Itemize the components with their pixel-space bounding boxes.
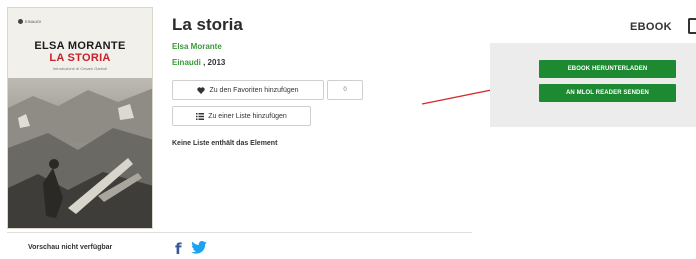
book-title: La storia (172, 15, 243, 34)
add-to-list-button[interactable]: Zu einer Liste hinzufügen (172, 106, 311, 126)
facebook-icon[interactable]: f (175, 240, 182, 258)
cover-photo (8, 78, 152, 228)
divider (7, 232, 472, 233)
add-to-list-label: Zu einer Liste hinzufügen (208, 112, 287, 120)
ebook-format-label: EBOOK (630, 21, 672, 33)
heart-icon (197, 86, 206, 94)
favorites-count: 0 (327, 80, 363, 100)
add-to-favorites-label: Zu den Favoriten hinzufügen (209, 86, 299, 94)
book-publisher: Einaudi , 2013 (172, 58, 225, 67)
download-ebook-button[interactable]: EBOOK HERUNTERLADEN (539, 60, 676, 78)
send-to-reader-button[interactable]: AN MLOL READER SENDEN (539, 84, 676, 102)
list-icon (196, 112, 205, 120)
cover-publisher-mark: EINAUDI (18, 19, 41, 24)
cover-intro: Introduzione di Cesare Garboli (52, 66, 108, 71)
no-list-message: Keine Liste enthält das Element (172, 140, 278, 147)
cover-title: LA STORIA (49, 52, 111, 64)
cover-author: ELSA MORANTE (34, 40, 126, 52)
preview-unavailable-note: Vorschau nicht verfügbar (28, 244, 113, 251)
book-cover: EINAUDI ELSA MORANTE LA STORIA Introduzi… (7, 7, 153, 229)
add-to-favorites-button[interactable]: Zu den Favoriten hinzufügen (172, 80, 324, 100)
publication-year: , 2013 (200, 58, 226, 67)
device-icon (688, 18, 696, 34)
twitter-icon[interactable] (191, 241, 207, 254)
publisher-link[interactable]: Einaudi (172, 58, 201, 67)
book-author-link[interactable]: Elsa Morante (172, 42, 222, 51)
